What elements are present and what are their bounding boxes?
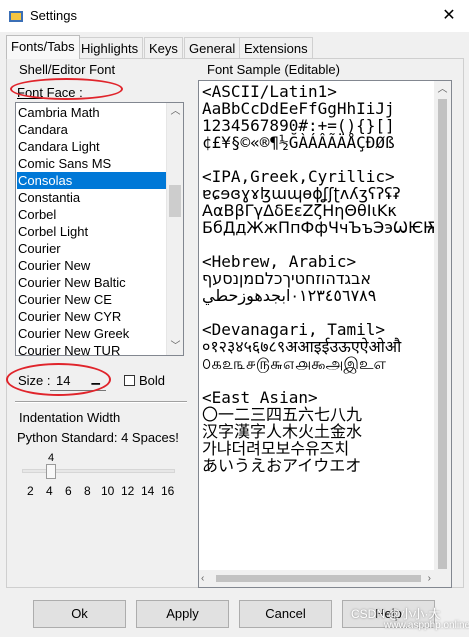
sample-line — [202, 236, 434, 253]
tab-highlights[interactable]: Highlights — [76, 37, 144, 59]
font-frame-title: Shell/Editor Font — [19, 62, 116, 77]
sample-line: <Hebrew, Arabic> — [202, 252, 357, 271]
sample-horizontal-scrollbar[interactable]: ‹ › — [199, 570, 451, 587]
sample-line: ٠١٢٣٤٥٦٧٨٩ابجدهوزحطي — [202, 286, 377, 305]
sample-line: ɐɕɘɞɣɤɮɯɰɵɸʆʃʈʌʎʒʕʔʢʡ — [202, 184, 401, 203]
list-item[interactable]: Candara — [17, 121, 167, 138]
list-item[interactable]: Courier New CYR — [17, 308, 167, 325]
tick-label: 12 — [121, 484, 135, 498]
sample-line: БбДдЖжПпФфЧчЪъЭэѠѤѬѪ — [202, 218, 434, 237]
list-item-selected[interactable]: Consolas — [17, 172, 167, 189]
sample-line — [202, 151, 434, 168]
sample-line: 1234567890#:+=(){}[] — [202, 116, 395, 135]
chevron-down-icon[interactable]: ﹀ — [167, 338, 183, 355]
list-item[interactable]: Corbel Light — [17, 223, 167, 240]
list-item[interactable]: Courier New Greek — [17, 325, 167, 342]
tab-fonts-tabs[interactable]: Fonts/Tabs — [6, 35, 80, 59]
sample-vertical-scrollbar[interactable]: ︿ — [434, 81, 451, 571]
cancel-button[interactable]: Cancel — [239, 600, 332, 628]
tick-label: 6 — [65, 484, 72, 498]
sample-line: ௦௧௨௩௪௫௬௭௮௯அஇஉஎ — [202, 354, 386, 373]
size-value: 14 — [56, 373, 71, 388]
sample-line — [202, 372, 434, 389]
sample-line: <Devanagari, Tamil> — [202, 320, 386, 339]
indent-frame-title: Indentation Width — [19, 410, 121, 425]
sample-frame-title: Font Sample (Editable) — [207, 62, 340, 77]
size-label: Size : — [18, 373, 51, 388]
sample-line: <East Asian> — [202, 388, 318, 407]
tick-label: 8 — [84, 484, 91, 498]
indent-description: Python Standard: 4 Spaces! — [17, 430, 179, 445]
scroll-thumb[interactable] — [438, 99, 447, 569]
font-list-scrollbar[interactable]: ︿ ﹀ — [166, 103, 183, 355]
indent-slider-track[interactable] — [22, 469, 175, 473]
tick-label: 4 — [46, 484, 53, 498]
sample-content[interactable]: <ASCII/Latin1> AaBbCcDdEeFfGgHhIiJj 1234… — [202, 83, 434, 571]
font-face-label: Font Face : — [17, 85, 83, 100]
indent-value: 4 — [48, 452, 55, 464]
indent-tick-labels: 2 4 6 8 10 12 14 16 — [22, 484, 182, 500]
sample-line: AaBbCcDdEeFfGgHhIiJj — [202, 99, 395, 118]
apply-button[interactable]: Apply — [136, 600, 229, 628]
list-item[interactable]: Courier — [17, 240, 167, 257]
sample-line: ΑαΒβΓγΔδΕεΖζΗηΘθΙιΚκ — [202, 201, 397, 220]
tab-keys[interactable]: Keys — [144, 37, 183, 59]
tab-general[interactable]: General — [184, 37, 241, 59]
sample-line — [202, 304, 434, 321]
list-item[interactable]: Constantia — [17, 189, 167, 206]
scroll-thumb[interactable] — [216, 575, 421, 582]
size-select[interactable]: 14 ▁ — [50, 369, 106, 391]
font-sample-text[interactable]: <ASCII/Latin1> AaBbCcDdEeFfGgHhIiJj 1234… — [198, 80, 452, 588]
sample-line: 〇一二三四五六七八九 — [202, 405, 363, 424]
gear-icon — [9, 11, 23, 22]
sample-line: あいうえおアイウエオ — [202, 456, 362, 475]
scroll-thumb[interactable] — [169, 185, 181, 217]
tab-extensions[interactable]: Extensions — [239, 37, 313, 59]
sample-line: ०१२३४५६७८९अआइईउऊएऐओऔ — [202, 337, 402, 356]
chevron-left-icon[interactable]: ‹ — [201, 570, 204, 587]
list-item[interactable]: Corbel — [17, 206, 167, 223]
sample-line: 가냐더려모보수유즈치 — [202, 439, 350, 458]
chevron-up-icon[interactable]: ︿ — [434, 81, 451, 98]
bold-checkbox[interactable] — [124, 375, 135, 386]
close-icon[interactable]: ✕ — [437, 4, 461, 28]
list-item[interactable]: Candara Light — [17, 138, 167, 155]
font-list[interactable]: Cambria Math Candara Candara Light Comic… — [15, 102, 184, 356]
indent-slider-handle[interactable] — [46, 464, 56, 479]
list-item[interactable]: Courier New CE — [17, 291, 167, 308]
list-item[interactable]: Courier New TUR — [17, 342, 167, 355]
ok-button[interactable]: Ok — [33, 600, 126, 628]
window-title: Settings — [30, 8, 77, 23]
chevron-right-icon[interactable]: › — [428, 570, 431, 587]
tick-label: 10 — [101, 484, 115, 498]
sample-line: <ASCII/Latin1> — [202, 83, 337, 101]
sample-line: אבגדהוזחטיךכלםמןנסעף — [202, 269, 372, 288]
tick-label: 14 — [141, 484, 155, 498]
bold-label: Bold — [139, 373, 166, 388]
divider — [15, 401, 187, 403]
dropdown-icon: ▁ — [91, 373, 100, 385]
sample-line: 汉字漢字人木火土金水 — [202, 422, 363, 441]
tick-label: 16 — [161, 484, 175, 498]
list-item[interactable]: Comic Sans MS — [17, 155, 167, 172]
chevron-up-icon[interactable]: ︿ — [167, 103, 183, 120]
title-bar: Settings ✕ — [0, 0, 469, 32]
sample-line: ¢£¥§©«®¶½ĞÀÁÂÃÄÅÇÐØß — [202, 133, 395, 152]
sample-line: <IPA,Greek,Cyrillic> — [202, 167, 395, 186]
watermark: www.aspphp.online — [384, 620, 469, 631]
list-item[interactable]: Courier New — [17, 257, 167, 274]
list-item[interactable]: Courier New Baltic — [17, 274, 167, 291]
list-item[interactable]: Cambria Math — [17, 104, 167, 121]
tick-label: 2 — [27, 484, 34, 498]
